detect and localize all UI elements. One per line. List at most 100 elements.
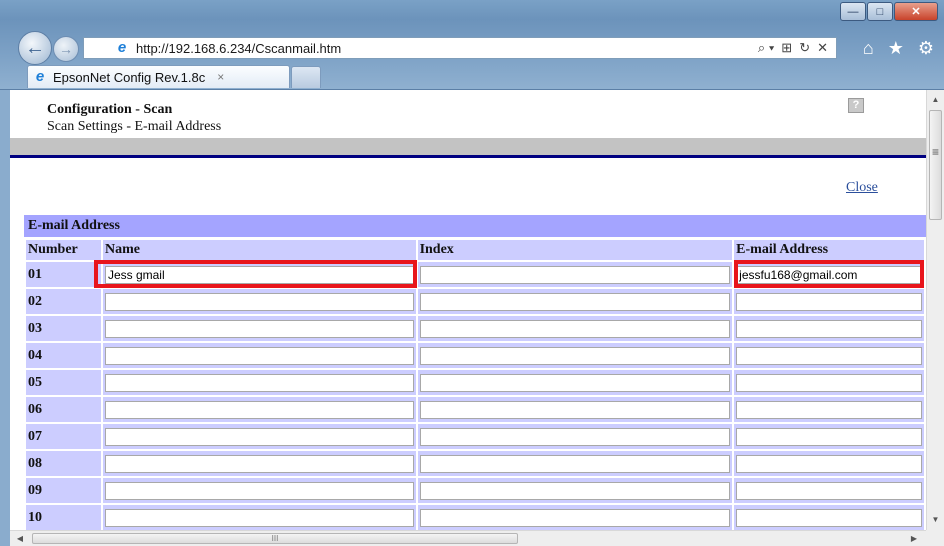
help-icon[interactable]: ?: [848, 98, 864, 113]
index-field-cell: [417, 289, 733, 314]
vertical-scroll-thumb[interactable]: [929, 110, 942, 220]
email-field[interactable]: [736, 292, 922, 311]
maximize-button[interactable]: □: [867, 2, 893, 21]
table-row: 07: [26, 424, 924, 449]
scroll-down-arrow-icon[interactable]: ▼: [927, 512, 944, 528]
search-icon[interactable]: ⌕ ▾: [758, 40, 774, 56]
index-field-cell: [417, 451, 733, 476]
name-field[interactable]: [104, 508, 414, 527]
back-button[interactable]: ←: [18, 31, 52, 65]
index-field[interactable]: [419, 292, 731, 311]
index-field-cell: [417, 424, 733, 449]
name-field-cell: [102, 289, 416, 314]
tab-close-icon[interactable]: ×: [217, 70, 224, 84]
compatibility-view-icon[interactable]: ⊞: [781, 40, 792, 56]
new-tab-button[interactable]: [291, 66, 321, 88]
name-field[interactable]: [104, 292, 414, 311]
email-field[interactable]: [736, 454, 922, 473]
horizontal-scroll-thumb[interactable]: III: [32, 533, 518, 544]
vertical-scrollbar[interactable]: ▲ ≡ ▼: [926, 90, 944, 530]
page-title: Configuration - Scan: [47, 102, 173, 117]
browser-toolbar: ⌂ ★ ⚙: [863, 38, 934, 59]
email-field[interactable]: [736, 400, 922, 419]
settings-gear-icon[interactable]: ⚙: [918, 38, 934, 59]
row-number: 10: [26, 505, 101, 530]
index-field[interactable]: [419, 481, 731, 500]
index-field[interactable]: [419, 427, 731, 446]
close-link[interactable]: Close: [846, 180, 878, 196]
window-frame-left: [0, 90, 10, 546]
name-field[interactable]: [104, 427, 414, 446]
name-field[interactable]: [104, 481, 414, 500]
table-row: 05: [26, 370, 924, 395]
name-field[interactable]: [104, 454, 414, 473]
email-field-cell: [734, 289, 924, 314]
index-field-cell: [417, 370, 733, 395]
index-field-cell: [417, 505, 733, 530]
address-bar[interactable]: e http://192.168.6.234/Cscanmail.htm ⌕ ▾…: [83, 37, 837, 59]
name-highlight-box: [94, 260, 417, 288]
email-field-cell: [734, 370, 924, 395]
scroll-left-arrow-icon[interactable]: ◀: [12, 531, 28, 546]
section-heading: E-mail Address: [24, 215, 926, 237]
tab-title[interactable]: EpsonNet Config Rev.1.8c: [53, 70, 205, 85]
row-number: 01: [26, 262, 101, 287]
email-field[interactable]: [736, 481, 922, 500]
scrollbar-corner: [926, 530, 944, 546]
table-body: 01020304050607080910: [26, 262, 924, 530]
index-field-cell: [417, 478, 733, 503]
index-field[interactable]: [419, 454, 731, 473]
window-controls: — □ ✕: [839, 2, 938, 21]
index-field[interactable]: [419, 373, 731, 392]
favorites-star-icon[interactable]: ★: [888, 38, 904, 59]
index-field[interactable]: [419, 265, 731, 284]
home-icon[interactable]: ⌂: [863, 38, 874, 59]
name-field[interactable]: [104, 319, 414, 338]
address-url[interactable]: http://192.168.6.234/Cscanmail.htm: [136, 41, 341, 56]
index-field-cell: [417, 316, 733, 341]
email-field-cell: [734, 451, 924, 476]
table-row: 08: [26, 451, 924, 476]
forward-button[interactable]: →: [53, 36, 79, 62]
table-row: 10: [26, 505, 924, 530]
browser-chrome: — □ ✕ ← → e http://192.168.6.234/Cscanma…: [0, 0, 944, 90]
email-field[interactable]: [736, 373, 922, 392]
index-field[interactable]: [419, 319, 731, 338]
email-field[interactable]: [736, 319, 922, 338]
horizontal-scrollbar[interactable]: ◀ III ▶: [10, 530, 926, 546]
row-number: 02: [26, 289, 101, 314]
column-header-email: E-mail Address: [734, 240, 924, 260]
name-field[interactable]: [104, 400, 414, 419]
ie-tab-icon: e: [35, 68, 45, 85]
scroll-right-arrow-icon[interactable]: ▶: [906, 531, 922, 546]
email-field-cell: [734, 397, 924, 422]
row-number: 06: [26, 397, 101, 422]
column-header-name: Name: [102, 240, 416, 260]
name-field[interactable]: [104, 373, 414, 392]
refresh-icon[interactable]: ↻: [799, 40, 810, 56]
scroll-up-arrow-icon[interactable]: ▲: [927, 92, 944, 108]
row-number: 03: [26, 316, 101, 341]
email-field-cell: [734, 343, 924, 368]
browser-tab[interactable]: e EpsonNet Config Rev.1.8c ×: [27, 65, 290, 88]
vertical-grip-icon: ≡: [931, 145, 939, 159]
stop-icon[interactable]: ✕: [817, 40, 828, 56]
table-header-row: Number Name Index E-mail Address: [26, 240, 924, 260]
name-field[interactable]: [104, 346, 414, 365]
email-field-cell: [734, 505, 924, 530]
header-divider: [10, 155, 926, 158]
table-row: 09: [26, 478, 924, 503]
index-field[interactable]: [419, 508, 731, 527]
email-field[interactable]: [736, 346, 922, 365]
window-close-button[interactable]: ✕: [894, 2, 938, 21]
email-field-cell: [734, 424, 924, 449]
table-row: 03: [26, 316, 924, 341]
minimize-button[interactable]: —: [840, 2, 866, 21]
table-row: 06: [26, 397, 924, 422]
column-header-index: Index: [417, 240, 733, 260]
index-field[interactable]: [419, 346, 731, 365]
address-actions: ⌕ ▾ ⊞ ↻ ✕: [758, 40, 828, 56]
email-field[interactable]: [736, 427, 922, 446]
email-field[interactable]: [736, 508, 922, 527]
index-field[interactable]: [419, 400, 731, 419]
